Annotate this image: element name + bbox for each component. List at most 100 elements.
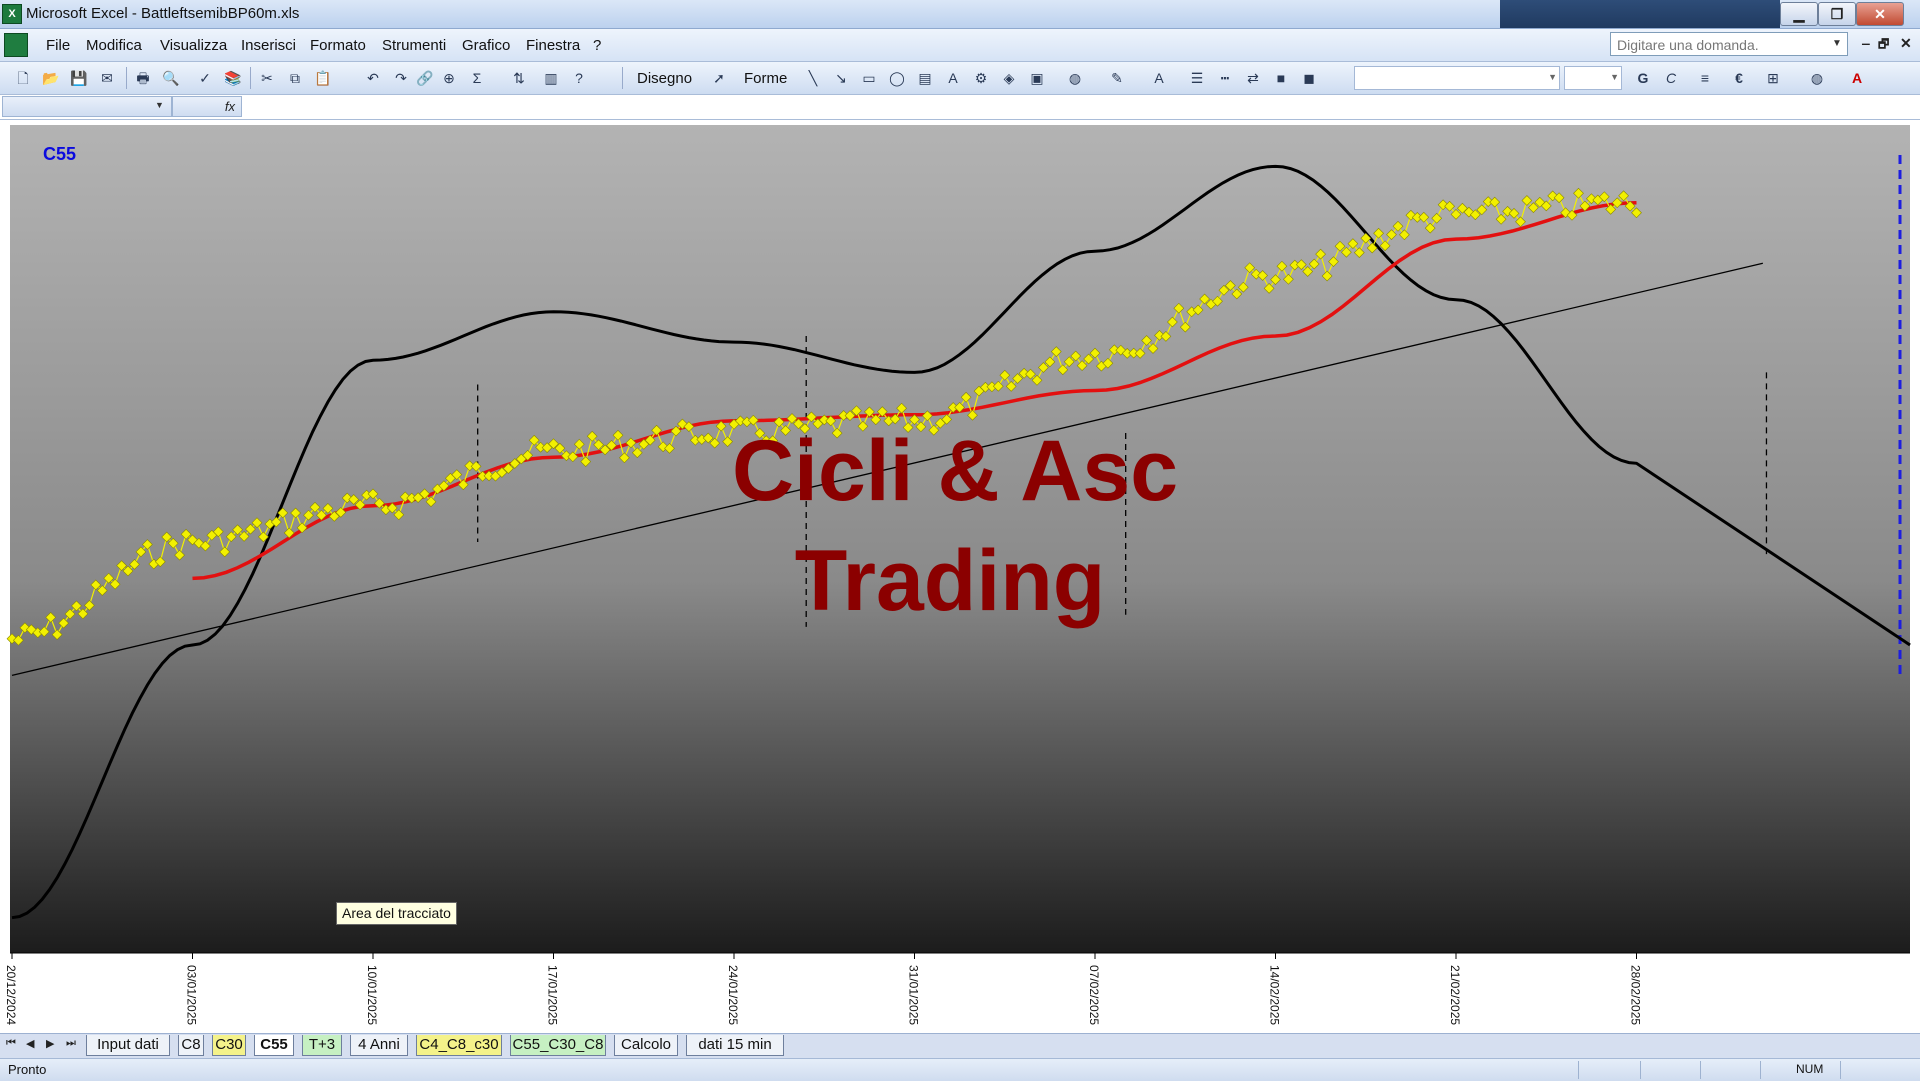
first-sheet-button[interactable]: ⏮ [6, 1037, 16, 1050]
rectangle-icon[interactable]: ▭ [858, 67, 880, 89]
title-bar: X Microsoft Excel - BattleftsemibBP60m.x… [0, 0, 1920, 29]
redo-icon[interactable]: ↷ [390, 67, 412, 89]
print-icon[interactable]: 🖶 [132, 67, 154, 89]
arrow-style-icon[interactable]: ⇄ [1242, 67, 1264, 89]
status-cell [1840, 1061, 1841, 1079]
minimize-button[interactable]: ▁ [1780, 2, 1818, 26]
clipart-icon[interactable]: ◈ [998, 67, 1020, 89]
sheet-tab[interactable]: T+3 [302, 1035, 342, 1056]
name-box[interactable]: ▼ [2, 96, 172, 117]
hyperlink-icon[interactable]: 🔗 [414, 67, 436, 89]
menu-visualizza[interactable]: Visualizza [160, 37, 227, 54]
doc-close-button[interactable]: ✕ [1900, 35, 1912, 52]
print-preview-icon[interactable]: 🔍 [160, 67, 182, 89]
web-icon[interactable]: ⊕ [438, 67, 460, 89]
font-color-icon[interactable]: A [1148, 67, 1170, 89]
fill-bucket-icon[interactable]: ◍ [1806, 67, 1828, 89]
sheet-tab[interactable]: Calcolo [614, 1035, 678, 1056]
align-icon[interactable]: ≡ [1694, 67, 1716, 89]
chart-area[interactable]: C55 Cicli & Asc Trading 20/12/2024 03/01/… [0, 120, 1920, 1033]
menu-modifica[interactable]: Modifica [86, 37, 142, 54]
sheet-tab[interactable]: 4 Anni [350, 1035, 408, 1056]
sheet-tab[interactable]: Input dati [86, 1035, 170, 1056]
sheet-tab[interactable]: C55_C30_C8 [510, 1035, 606, 1056]
prev-sheet-button[interactable]: ◀ [26, 1037, 34, 1050]
doc-restore-button[interactable]: 🗗 [1878, 35, 1889, 56]
font-size-combo[interactable]: ▼ [1564, 66, 1622, 90]
oval-icon[interactable]: ◯ [886, 67, 908, 89]
undo-icon[interactable]: ↶ [362, 67, 384, 89]
italic-button[interactable]: C [1660, 67, 1682, 89]
ask-dropdown-arrow[interactable]: ▼ [1826, 32, 1848, 56]
shadow-icon[interactable]: ■ [1270, 67, 1292, 89]
sheet-tab[interactable]: dati 15 min [686, 1035, 784, 1056]
paste-icon[interactable]: 📋 [312, 67, 334, 89]
menu-inserisci[interactable]: Inserisci [241, 37, 296, 54]
menu-help[interactable]: ? [593, 37, 601, 54]
diagram-icon[interactable]: ⚙ [970, 67, 992, 89]
excel-app-icon[interactable]: X [2, 4, 22, 24]
status-cell [1700, 1061, 1701, 1079]
doc-minimize-button[interactable]: ‒ [1862, 35, 1870, 51]
status-cell [1578, 1061, 1579, 1079]
x-tick-label: 21/02/2025 [1448, 965, 1462, 1025]
shapes-menu[interactable]: Forme [744, 70, 787, 87]
dash-style-icon[interactable]: ┅ [1214, 67, 1236, 89]
3d-icon[interactable]: ◼ [1298, 67, 1320, 89]
help-icon[interactable]: ? [568, 67, 590, 89]
draw-menu[interactable]: Disegno [637, 70, 692, 87]
text-color-icon[interactable]: A [1846, 67, 1868, 89]
menu-file[interactable]: File [46, 37, 70, 54]
font-name-combo[interactable]: ▼ [1354, 66, 1560, 90]
menu-bar: File Modifica Visualizza Inserisci Forma… [0, 29, 1920, 62]
next-sheet-button[interactable]: ▶ [46, 1037, 54, 1050]
line-style-icon[interactable]: ☰ [1186, 67, 1208, 89]
open-icon[interactable]: 📂 [40, 67, 62, 89]
spelling-icon[interactable]: ✓ [194, 67, 216, 89]
autosum-icon[interactable]: Σ [466, 67, 488, 89]
x-axis-ticks: 20/12/2024 03/01/2025 10/01/2025 17/01/2025… [4, 953, 1643, 1025]
new-icon[interactable]: 🗋 [12, 67, 34, 89]
menu-strumenti[interactable]: Strumenti [382, 37, 446, 54]
permission-icon[interactable]: ✉ [96, 67, 118, 89]
watermark-line2: Trading [795, 533, 1106, 629]
sheet-tab[interactable]: C30 [212, 1035, 246, 1056]
sort-icon[interactable]: ⇅ [508, 67, 530, 89]
x-tick-label: 20/12/2024 [4, 965, 18, 1025]
cut-icon[interactable]: ✂ [256, 67, 278, 89]
bold-button[interactable]: G [1632, 67, 1654, 89]
line-icon[interactable]: ╲ [802, 67, 824, 89]
sheet-tab[interactable]: C55 [254, 1035, 294, 1056]
ask-question-input[interactable]: Digitare una domanda. [1610, 32, 1848, 56]
status-cell [1640, 1061, 1641, 1079]
status-num-lock: NUM [1796, 1062, 1824, 1076]
x-tick-label: 14/02/2025 [1268, 965, 1282, 1025]
borders-icon[interactable]: ⊞ [1762, 67, 1784, 89]
save-icon[interactable]: 💾 [68, 67, 90, 89]
menu-formato[interactable]: Formato [310, 37, 366, 54]
picture-icon[interactable]: ▣ [1026, 67, 1048, 89]
wordart-icon[interactable]: A [942, 67, 964, 89]
last-sheet-button[interactable]: ⏭ [66, 1037, 76, 1050]
fill-color-icon[interactable]: ◍ [1064, 67, 1086, 89]
copy-icon[interactable]: ⧉ [284, 67, 306, 89]
x-tick-label: 28/02/2025 [1629, 965, 1643, 1025]
line-color-icon[interactable]: ✎ [1106, 67, 1128, 89]
restore-button[interactable]: ❐ [1818, 2, 1856, 26]
currency-button[interactable]: € [1728, 67, 1750, 89]
textbox-icon[interactable]: ▤ [914, 67, 936, 89]
close-button[interactable]: ✕ [1856, 2, 1904, 26]
sheet-tab[interactable]: C4_C8_c30 [416, 1035, 502, 1056]
chart-svg[interactable]: C55 Cicli & Asc Trading 20/12/2024 03/01/… [0, 120, 1920, 1033]
sheet-tab-bar: ⏮ ◀ ▶ ⏭ Input dati C8 C30 C55 T+3 4 Anni C4_C8… [0, 1033, 1920, 1058]
chart-wizard-icon[interactable]: ▥ [540, 67, 562, 89]
watermark-line1: Cicli & Asc [732, 423, 1178, 519]
arrow-icon[interactable]: ↘ [830, 67, 852, 89]
menu-grafico[interactable]: Grafico [462, 37, 510, 54]
research-icon[interactable]: 📚 [222, 67, 244, 89]
select-objects-icon[interactable]: ➚ [708, 67, 730, 89]
menu-finestra[interactable]: Finestra [526, 37, 580, 54]
sheet-tab[interactable]: C8 [178, 1035, 204, 1056]
workbook-icon[interactable] [4, 33, 28, 57]
insert-function-button[interactable]: fx [172, 96, 242, 117]
